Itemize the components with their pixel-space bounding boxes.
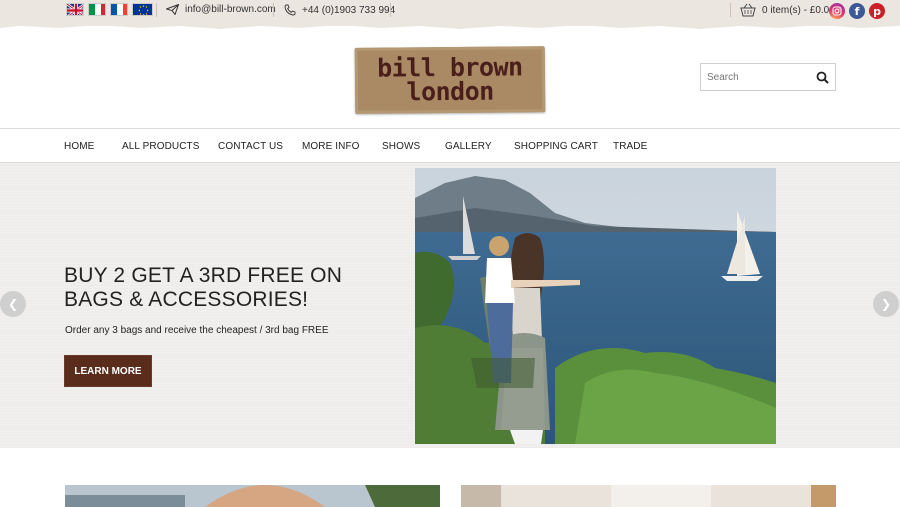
nav-all-products[interactable]: ALL PRODUCTS xyxy=(122,141,200,152)
divider xyxy=(730,3,731,17)
hero-slider: ❮ ❯ BUY 2 GET A 3RD FREE ON BAGS & ACCES… xyxy=(0,163,900,448)
learn-more-button[interactable]: LEARN MORE xyxy=(65,356,151,386)
product-card-image[interactable] xyxy=(461,485,836,507)
phone-link[interactable]: +44 (0)1903 733 994 xyxy=(284,4,395,16)
search-input[interactable] xyxy=(701,71,811,83)
product-card-image[interactable] xyxy=(65,485,440,507)
search-icon[interactable] xyxy=(816,71,829,84)
email-link[interactable]: info@bill-brown.com xyxy=(166,4,276,15)
hero-subtitle: Order any 3 bags and receive the cheapes… xyxy=(65,325,329,336)
nav-shows[interactable]: SHOWS xyxy=(382,141,420,152)
nav-gallery[interactable]: GALLERY xyxy=(445,141,492,152)
slider-prev-button[interactable]: ❮ xyxy=(0,291,26,317)
hero-title: BUY 2 GET A 3RD FREE ON BAGS & ACCESSORI… xyxy=(64,264,343,311)
eu-flag[interactable] xyxy=(132,3,153,16)
divider xyxy=(156,3,157,17)
brand-logo[interactable]: bill brown london xyxy=(354,46,546,114)
main-nav: HOME ALL PRODUCTS CONTACT US MORE INFO S… xyxy=(0,128,900,163)
divider xyxy=(273,3,274,17)
nav-trade[interactable]: TRADE xyxy=(613,141,647,152)
nav-more-info[interactable]: MORE INFO xyxy=(302,141,360,152)
instagram-icon[interactable] xyxy=(829,3,845,19)
search-box xyxy=(700,63,836,91)
slider-next-button[interactable]: ❯ xyxy=(873,291,899,317)
nav-shopping-cart[interactable]: SHOPPING CART xyxy=(514,141,598,152)
divider xyxy=(390,3,391,17)
torn-paper-edge xyxy=(0,22,900,29)
language-selector xyxy=(66,3,153,16)
cart-summary[interactable]: 0 item(s) - £0.00 xyxy=(740,3,835,17)
facebook-icon[interactable]: f xyxy=(849,3,865,19)
paper-plane-icon xyxy=(166,4,179,15)
france-flag[interactable] xyxy=(110,3,128,16)
pinterest-icon[interactable]: p xyxy=(869,3,885,19)
phone-icon xyxy=(284,4,296,16)
italy-flag[interactable] xyxy=(88,3,106,16)
email-text: info@bill-brown.com xyxy=(185,4,276,15)
phone-text: +44 (0)1903 733 994 xyxy=(302,4,396,16)
nav-contact-us[interactable]: CONTACT US xyxy=(218,141,283,152)
logo-text-line2: london xyxy=(406,76,494,107)
basket-icon xyxy=(740,3,756,17)
hero-photo xyxy=(415,168,776,444)
uk-flag[interactable] xyxy=(66,3,84,16)
cart-text: 0 item(s) - £0.00 xyxy=(762,4,835,16)
nav-home[interactable]: HOME xyxy=(64,141,94,152)
